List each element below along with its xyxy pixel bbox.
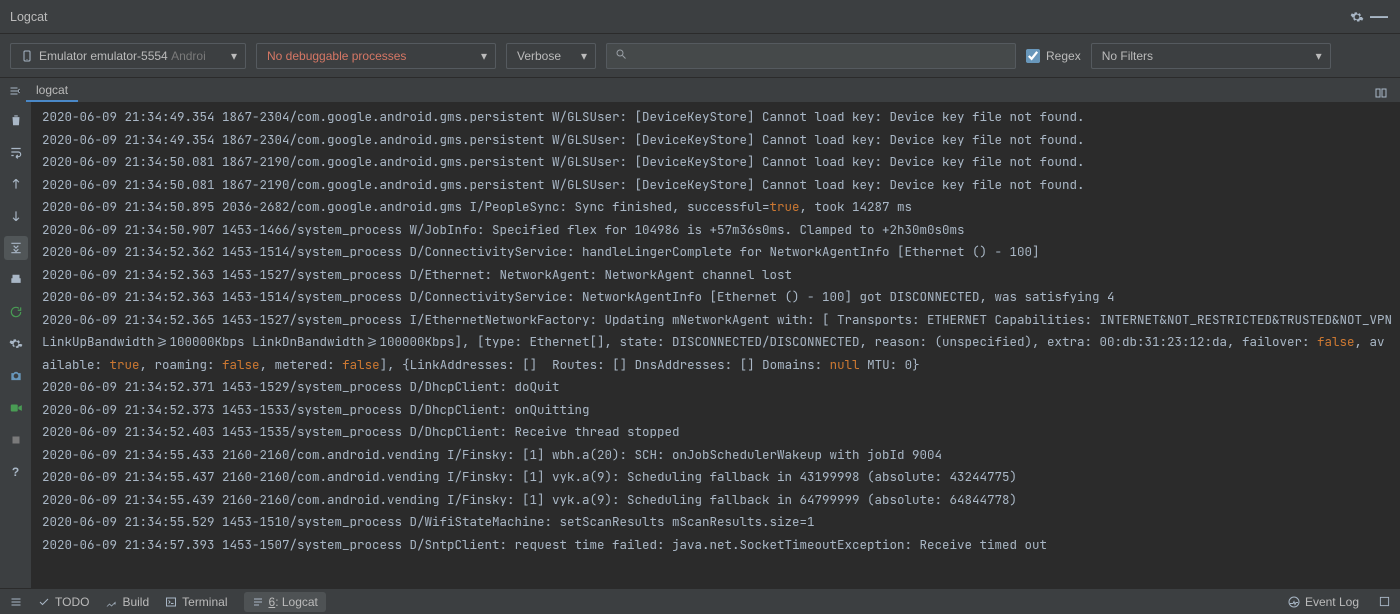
bottom-logcat-label: 6: Logcat — [269, 595, 318, 609]
device-select[interactable]: Emulator emulator-5554 Androi ▾ — [10, 43, 246, 69]
device-label: Emulator emulator-5554 — [39, 49, 168, 63]
device-suffix: Androi — [171, 49, 206, 63]
layout-icon[interactable] — [1372, 84, 1390, 102]
record-icon[interactable] — [4, 396, 28, 420]
bottom-build[interactable]: Build — [105, 595, 149, 609]
tab-bar: logcat — [0, 78, 1400, 102]
regex-label: Regex — [1046, 49, 1081, 63]
titlebar: Logcat — — [0, 0, 1400, 34]
trash-icon[interactable] — [4, 108, 28, 132]
search-input-wrapper[interactable] — [606, 43, 1016, 69]
bottom-eventlog-label: Event Log — [1305, 595, 1359, 609]
log-line: 2020-06-09 21:34:52.371 1453-1529/system… — [42, 376, 1392, 399]
log-line: 2020-06-09 21:34:49.354 1867-2304/com.go… — [42, 129, 1392, 152]
log-line: 2020-06-09 21:34:52.403 1453-1535/system… — [42, 421, 1392, 444]
log-line: 2020-06-09 21:34:55.433 2160-2160/com.an… — [42, 444, 1392, 467]
bottom-todo-label: TODO — [55, 595, 89, 609]
bottom-todo[interactable]: TODO — [38, 595, 89, 609]
log-line: 2020-06-09 21:34:50.081 1867-2190/com.go… — [42, 174, 1392, 197]
log-toolbar: ? — [0, 102, 32, 588]
loglevel-select[interactable]: Verbose ▾ — [506, 43, 596, 69]
process-label: No debuggable processes — [267, 49, 406, 63]
bottom-menu-icon[interactable] — [10, 596, 22, 608]
chevron-down-icon: ▾ — [1316, 49, 1322, 63]
log-line: 2020-06-09 21:34:57.393 1453-1507/system… — [42, 534, 1392, 557]
log-line: 2020-06-09 21:34:55.437 2160-2160/com.an… — [42, 466, 1392, 489]
arrow-up-icon[interactable] — [4, 172, 28, 196]
gear-icon[interactable] — [1346, 6, 1368, 28]
log-line: 2020-06-09 21:34:52.363 1453-1514/system… — [42, 286, 1392, 309]
log-line: 2020-06-09 21:34:50.895 2036-2682/com.go… — [42, 196, 1392, 219]
log-line: 2020-06-09 21:34:52.363 1453-1527/system… — [42, 264, 1392, 287]
process-select[interactable]: No debuggable processes ▾ — [256, 43, 496, 69]
arrow-down-icon[interactable] — [4, 204, 28, 228]
log-line: 2020-06-09 21:34:50.907 1453-1466/system… — [42, 219, 1392, 242]
print-icon[interactable] — [4, 268, 28, 292]
panel-title: Logcat — [10, 10, 48, 24]
main-area: ? 2020-06-09 21:34:49.354 1867-2304/com.… — [0, 102, 1400, 588]
help-icon[interactable]: ? — [4, 460, 28, 484]
minimize-icon[interactable]: — — [1368, 6, 1390, 28]
bottom-eventlog[interactable]: Event Log — [1288, 595, 1359, 609]
status-bar: TODO Build Terminal 6: Logcat Event Log — [0, 588, 1400, 614]
log-line: 2020-06-09 21:34:49.354 1867-2304/com.go… — [42, 106, 1392, 129]
log-line: 2020-06-09 21:34:52.362 1453-1514/system… — [42, 241, 1392, 264]
bottom-terminal[interactable]: Terminal — [165, 595, 227, 609]
log-output[interactable]: 2020-06-09 21:34:49.354 1867-2304/com.go… — [32, 102, 1400, 588]
regex-checkbox[interactable] — [1026, 49, 1040, 63]
stop-icon[interactable] — [4, 428, 28, 452]
log-line: 2020-06-09 21:34:55.439 2160-2160/com.an… — [42, 489, 1392, 512]
chevron-down-icon: ▾ — [481, 49, 487, 63]
chevron-down-icon: ▾ — [581, 49, 587, 63]
refresh-icon[interactable] — [4, 300, 28, 324]
bottom-logcat[interactable]: 6: Logcat — [244, 592, 326, 612]
camera-icon[interactable] — [4, 364, 28, 388]
log-line: 2020-06-09 21:34:50.081 1867-2190/com.go… — [42, 151, 1392, 174]
chevron-down-icon: ▾ — [231, 49, 237, 63]
search-icon — [615, 48, 627, 63]
filter-config-select[interactable]: No Filters ▾ — [1091, 43, 1331, 69]
loglevel-label: Verbose — [517, 49, 561, 63]
log-line: 2020-06-09 21:34:52.373 1453-1533/system… — [42, 399, 1392, 422]
tab-list-icon[interactable] — [4, 80, 26, 102]
wrap-icon[interactable] — [4, 140, 28, 164]
filter-bar: Emulator emulator-5554 Androi ▾ No debug… — [0, 34, 1400, 78]
bottom-build-label: Build — [122, 595, 149, 609]
tab-logcat[interactable]: logcat — [26, 80, 78, 102]
bottom-lock-icon[interactable] — [1379, 596, 1390, 607]
filter-label: No Filters — [1102, 49, 1153, 63]
tab-label: logcat — [36, 83, 68, 97]
search-input[interactable] — [633, 49, 1007, 63]
gear-icon[interactable] — [4, 332, 28, 356]
log-line: 2020-06-09 21:34:52.365 1453-1527/system… — [42, 309, 1392, 377]
scroll-end-icon[interactable] — [4, 236, 28, 260]
bottom-terminal-label: Terminal — [182, 595, 227, 609]
regex-checkbox-wrapper[interactable]: Regex — [1026, 49, 1081, 63]
log-line: 2020-06-09 21:34:55.529 1453-1510/system… — [42, 511, 1392, 534]
